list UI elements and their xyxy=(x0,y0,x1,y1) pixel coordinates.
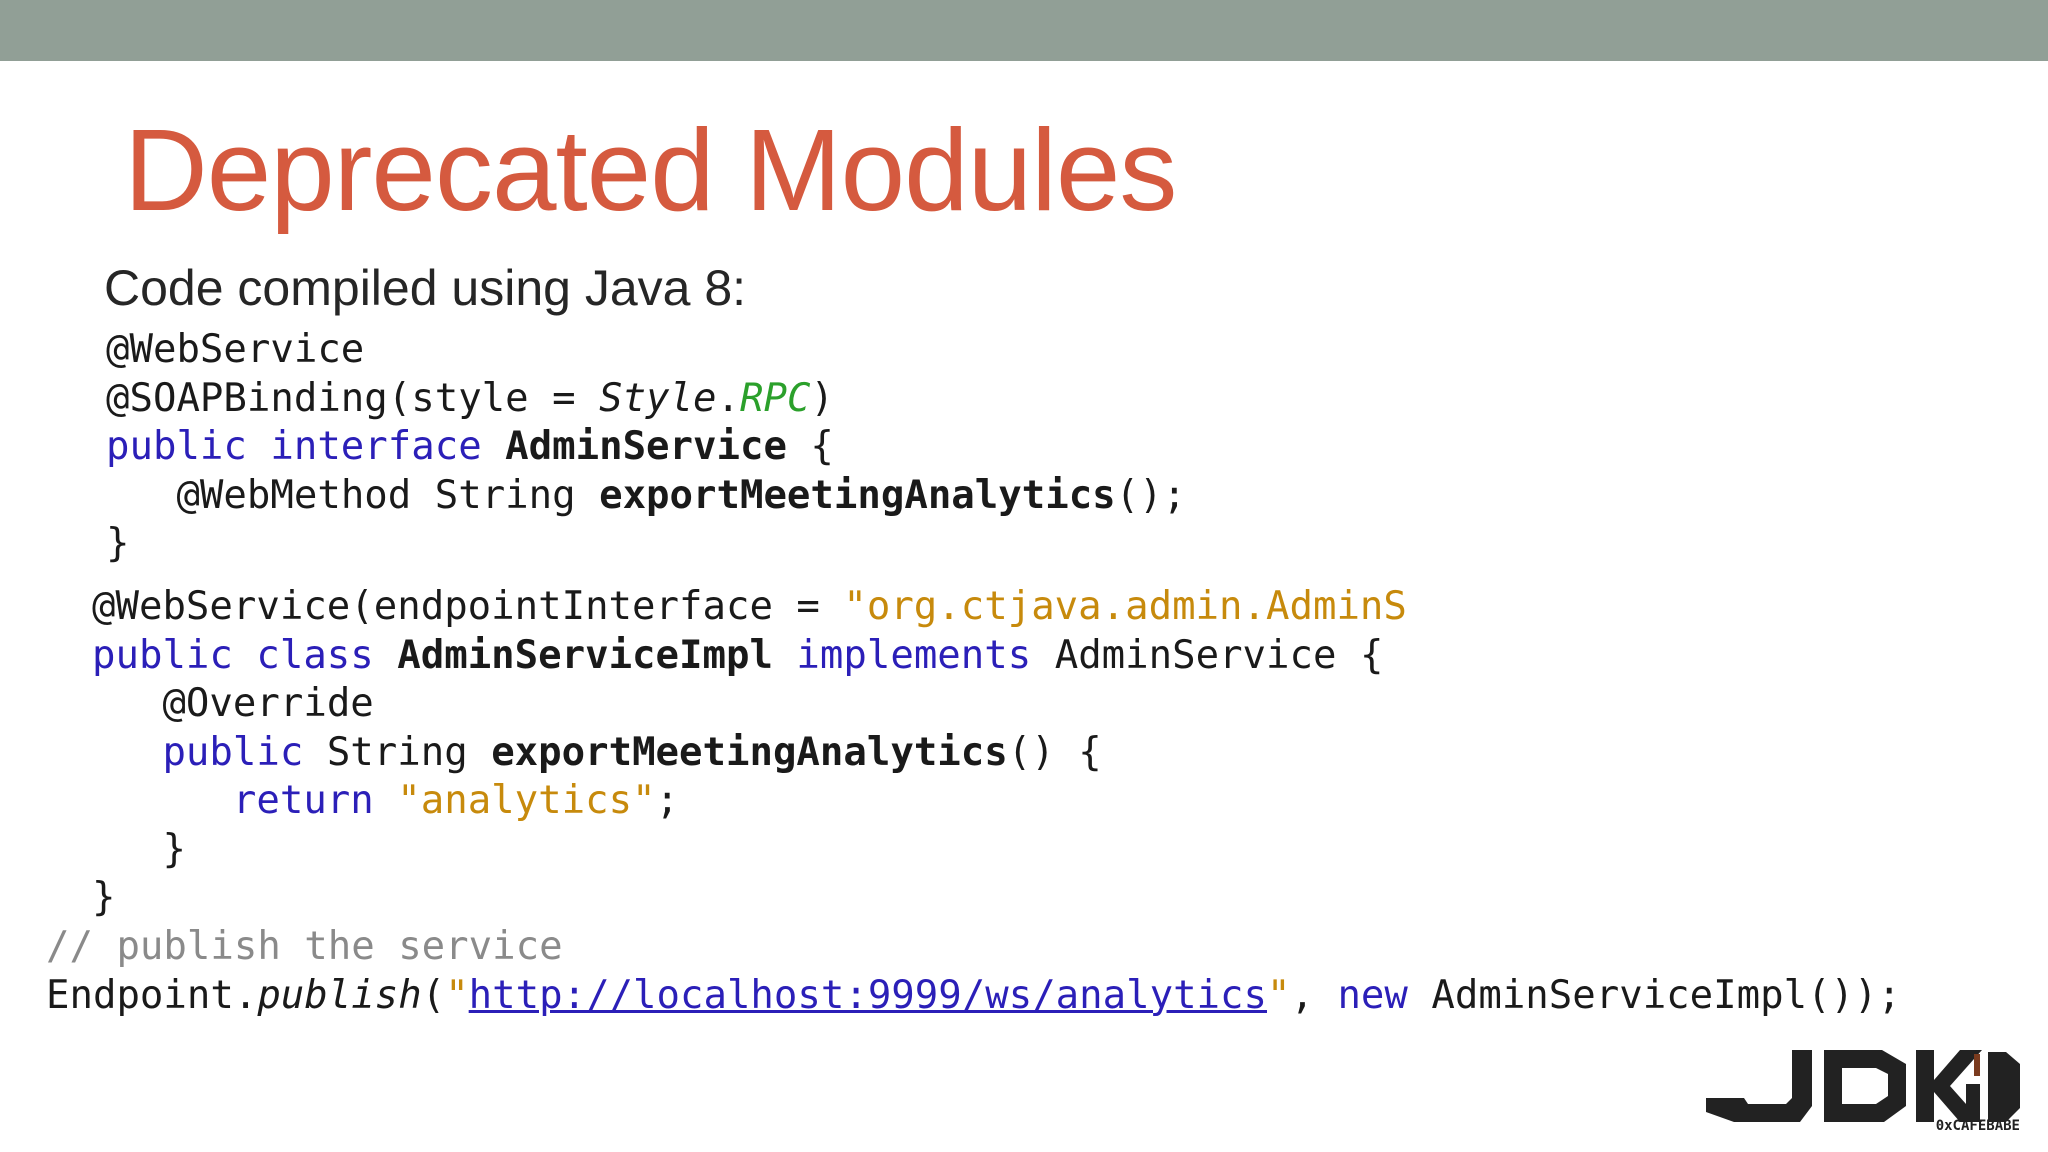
jdkio-logo: 0xCAFEBABE xyxy=(1706,1050,2020,1132)
code-line: @SOAPBinding(style = Style.RPC) xyxy=(106,375,834,421)
slide-title: Deprecated Modules xyxy=(124,105,1177,235)
code-line: @Override xyxy=(162,681,374,726)
code-line: } xyxy=(92,826,186,872)
code-comment: // publish the service xyxy=(46,924,563,969)
endpoint-url-link[interactable]: http://localhost:9999/ws/analytics xyxy=(469,973,1267,1018)
code-block-publish: // publish the service Endpoint.publish(… xyxy=(46,923,1901,1020)
code-line: public interface AdminService { xyxy=(106,424,834,469)
code-line: } xyxy=(92,875,116,920)
code-line: @WebService(endpointInterface = "org.ctj… xyxy=(92,584,1407,629)
logo-caption: 0xCAFEBABE xyxy=(1936,1118,2020,1132)
code-line: @WebService xyxy=(106,327,365,372)
code-line: } xyxy=(106,521,130,566)
code-line: return "analytics"; xyxy=(232,778,680,823)
code-line: public String exportMeetingAnalytics() { xyxy=(162,729,1102,775)
code-block-implementation: @WebService(endpointInterface = "org.ctj… xyxy=(92,583,1448,923)
code-block-interface: @WebService @SOAPBinding(style = Style.R… xyxy=(106,326,1186,569)
slide-subtitle: Code compiled using Java 8: xyxy=(104,260,747,316)
code-line: public class AdminServiceImpl implements… xyxy=(92,632,1384,678)
code-line: @WebMethod String exportMeetingAnalytics… xyxy=(176,472,1187,518)
top-bar xyxy=(0,0,2048,61)
code-line: Endpoint.publish("http://localhost:9999/… xyxy=(46,972,1901,1018)
